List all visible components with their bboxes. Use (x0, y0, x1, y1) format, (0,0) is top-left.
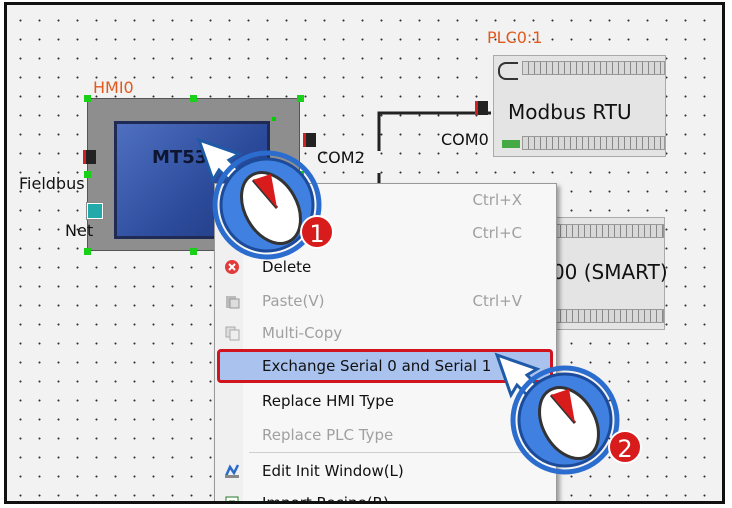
canvas-area[interactable]: PLC0:1 Modbus RTU -200 (SMART) COM0 HMI0… (4, 2, 725, 504)
menu-item-import-recipe[interactable]: Import Recipe(R) (215, 487, 556, 504)
menu-item-label: Replace HMI Type (262, 392, 394, 410)
menu-item-shortcut: Ctrl+X (472, 191, 522, 209)
paste-icon (224, 293, 240, 309)
menu-item-shortcut: Ctrl+C (472, 224, 522, 242)
resize-handle[interactable] (84, 248, 91, 255)
net-label: Net (65, 221, 94, 240)
menu-item-label: Import Recipe(R) (262, 494, 389, 504)
menu-item-label: Paste(V) (262, 292, 325, 310)
com0-port-icon[interactable] (475, 101, 488, 115)
resize-handle[interactable] (297, 95, 304, 102)
hmi-label: HMI0 (93, 78, 134, 97)
mouse-click-annotation-2 (494, 352, 620, 475)
edit-window-icon (224, 463, 240, 479)
com0-label: COM0 (441, 130, 489, 149)
step-badge-2: 2 (608, 430, 642, 464)
multi-copy-icon (224, 325, 240, 341)
net-port-icon[interactable] (87, 203, 103, 219)
menu-item-label: Edit Init Window(L) (262, 462, 404, 480)
step-badge-1: 1 (300, 215, 334, 249)
fieldbus-label: Fieldbus (19, 174, 85, 193)
menu-item-paste[interactable]: Paste(V) Ctrl+V (215, 285, 556, 318)
fieldbus-port-icon[interactable] (83, 150, 96, 164)
menu-item-shortcut: Ctrl+V (472, 292, 522, 310)
resize-handle[interactable] (84, 95, 91, 102)
import-recipe-icon (224, 495, 240, 501)
menu-item-label: Exchange Serial 0 and Serial 1 (262, 357, 492, 375)
resize-handle[interactable] (190, 95, 197, 102)
menu-item-label: Multi-Copy (262, 324, 343, 342)
menu-item-label: Replace PLC Type (262, 426, 394, 444)
resize-handle[interactable] (84, 171, 91, 178)
mouse-click-annotation-1 (196, 137, 322, 260)
power-led (272, 117, 276, 121)
